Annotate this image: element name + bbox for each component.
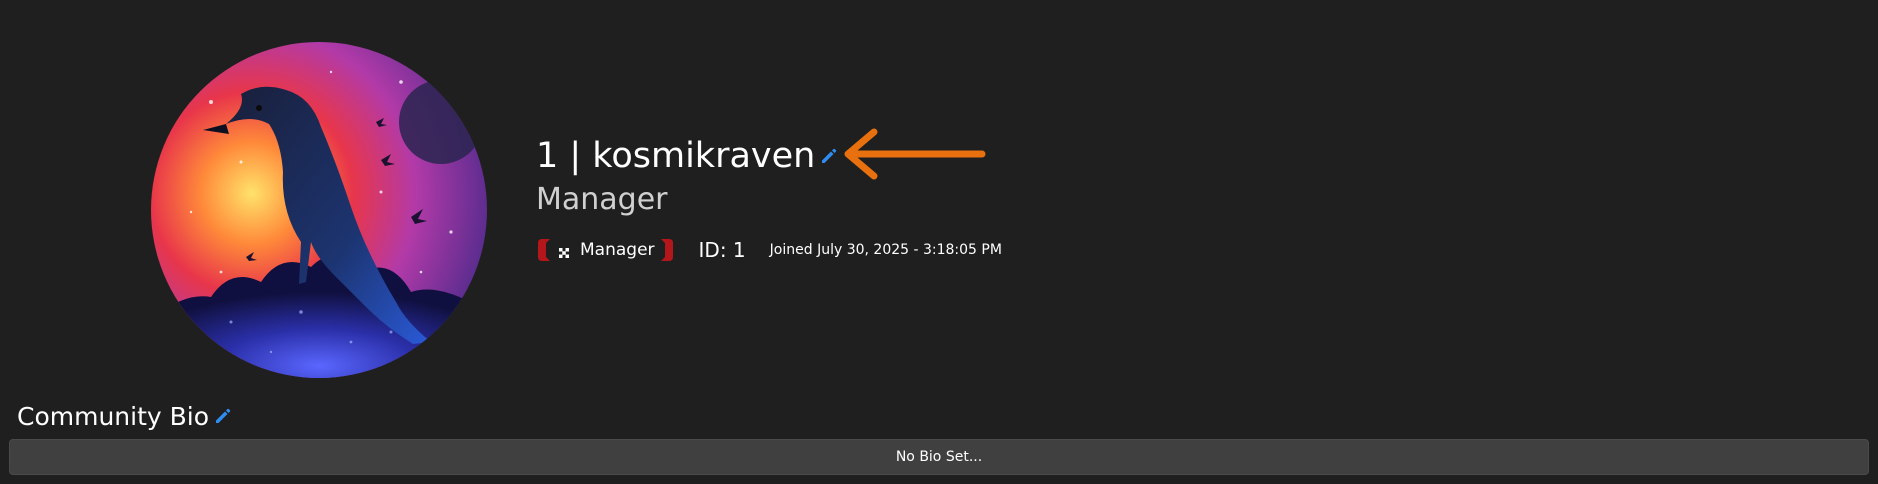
role-title: Manager [536,182,668,217]
raven-avatar-image [151,42,487,378]
role-badge-label: Manager [580,240,655,260]
dice-icon [558,244,570,258]
username-heading: 1 | kosmikraven [536,136,816,176]
badge-right-bracket-icon [660,239,673,261]
badge-left-bracket-icon [538,239,550,261]
profile-page: 1 | kosmikraven Manager Manager ID: 1 Jo… [0,0,1878,484]
edit-username-pencil-icon[interactable] [819,146,839,166]
community-bio-heading: Community Bio [17,398,233,434]
community-bio-title: Community Bio [17,401,210,431]
community-bio-content: No Bio Set... [9,439,1869,475]
joined-date: Joined July 30, 2025 - 3:18:05 PM [769,242,1002,258]
role-badge: Manager [536,237,673,263]
annotation-arrow-icon [844,128,986,180]
username-row: 1 | kosmikraven [536,130,839,182]
edit-bio-pencil-icon[interactable] [213,406,233,426]
user-id: ID: 1 [698,238,746,262]
user-avatar [151,42,487,378]
profile-meta-row: Manager ID: 1 Joined July 30, 2025 - 3:1… [536,236,1002,264]
